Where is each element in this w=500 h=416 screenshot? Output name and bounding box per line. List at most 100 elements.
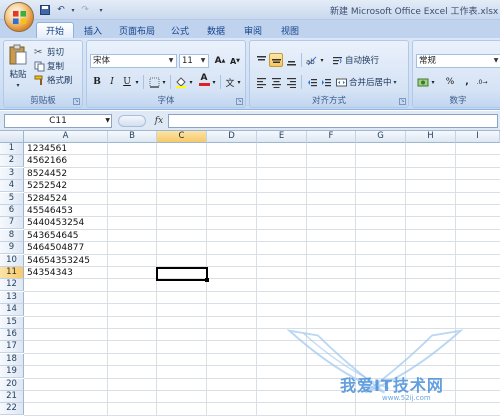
- customize-qat-icon[interactable]: ▾: [94, 3, 108, 17]
- cell-a11[interactable]: 54354343: [27, 267, 73, 279]
- increase-decimal-icon[interactable]: .0→: [475, 75, 489, 89]
- tab-review[interactable]: 审阅: [238, 22, 268, 38]
- font-launcher-icon[interactable]: ↘: [236, 98, 243, 105]
- cell-a5[interactable]: 5284524: [27, 193, 67, 205]
- cell-a8[interactable]: 543654645: [27, 230, 79, 242]
- cut-button[interactable]: ✂ 剪切: [34, 46, 64, 59]
- undo-dropdown-icon[interactable]: ▾: [70, 3, 76, 17]
- row-header-15[interactable]: 15: [0, 316, 24, 329]
- phonetic-dropdown-icon[interactable]: ▾: [235, 75, 243, 89]
- cell-a1[interactable]: 1234561: [27, 143, 67, 155]
- borders-button[interactable]: [147, 75, 161, 89]
- row-header-13[interactable]: 13: [0, 291, 24, 304]
- merge-center-button[interactable]: 合并后居中 ▾: [336, 76, 397, 88]
- tab-home[interactable]: 开始: [36, 22, 74, 38]
- row-header-3[interactable]: 3: [0, 167, 24, 180]
- row-header-6[interactable]: 6: [0, 205, 24, 217]
- office-button[interactable]: [4, 2, 34, 32]
- cell-a6[interactable]: 45546453: [27, 205, 73, 217]
- italic-button[interactable]: I: [105, 75, 119, 89]
- undo-icon[interactable]: ↶: [54, 3, 68, 17]
- bold-button[interactable]: B: [90, 75, 104, 89]
- fill-color-dropdown-icon[interactable]: ▾: [187, 75, 195, 89]
- row-header-17[interactable]: 17: [0, 341, 24, 354]
- cell-a2[interactable]: 4562166: [27, 155, 67, 167]
- orientation-button[interactable]: ab: [305, 53, 319, 67]
- row-header-14[interactable]: 14: [0, 304, 24, 317]
- row-header-7[interactable]: 7: [0, 217, 24, 230]
- column-header-f[interactable]: F: [307, 131, 356, 143]
- row-header-11[interactable]: 11: [0, 267, 24, 279]
- orientation-dropdown-icon[interactable]: ▾: [318, 53, 326, 67]
- redo-icon[interactable]: ↷: [78, 3, 92, 17]
- shrink-font-button[interactable]: A ▼: [228, 54, 242, 68]
- percent-button[interactable]: %: [443, 75, 457, 89]
- active-cell-c11[interactable]: [156, 267, 208, 281]
- clipboard-launcher-icon[interactable]: ↘: [73, 98, 80, 105]
- column-header-h[interactable]: H: [406, 131, 456, 143]
- row-header-9[interactable]: 9: [0, 242, 24, 255]
- row-header-16[interactable]: 16: [0, 329, 24, 341]
- row-header-20[interactable]: 20: [0, 378, 24, 391]
- font-name-combo[interactable]: 宋体 ▼: [90, 54, 177, 68]
- align-right-button[interactable]: [284, 75, 298, 89]
- tab-data[interactable]: 数据: [201, 22, 231, 38]
- comma-button[interactable]: ,: [460, 75, 474, 89]
- row-header-8[interactable]: 8: [0, 229, 24, 242]
- row-header-2[interactable]: 2: [0, 155, 24, 168]
- copy-button[interactable]: 复制: [34, 60, 64, 72]
- tab-formulas[interactable]: 公式: [166, 22, 194, 38]
- cell-a9[interactable]: 5464504877: [27, 242, 84, 254]
- currency-button[interactable]: [416, 75, 430, 89]
- decrease-indent-button[interactable]: [305, 75, 319, 89]
- cell-a7[interactable]: 5440453254: [27, 217, 84, 229]
- increase-indent-button[interactable]: [319, 75, 333, 89]
- row-header-1[interactable]: 1: [0, 143, 24, 155]
- cell-a4[interactable]: 5252542: [27, 180, 67, 192]
- cell-a10[interactable]: 54654353245: [27, 255, 90, 267]
- row-header-4[interactable]: 4: [0, 180, 24, 193]
- row-header-10[interactable]: 10: [0, 254, 24, 267]
- underline-dropdown-icon[interactable]: ▾: [133, 75, 141, 89]
- tab-view[interactable]: 视图: [275, 22, 305, 38]
- alignment-launcher-icon[interactable]: ↘: [399, 98, 406, 105]
- tab-page-layout[interactable]: 页面布局: [113, 22, 161, 38]
- currency-dropdown-icon[interactable]: ▾: [429, 75, 437, 89]
- align-top-button[interactable]: [254, 53, 268, 67]
- number-format-combo[interactable]: 常规 ▼: [416, 54, 500, 68]
- row-header-22[interactable]: 22: [0, 403, 24, 416]
- insert-function-button[interactable]: fx: [150, 114, 168, 128]
- column-header-e[interactable]: E: [257, 131, 307, 143]
- column-header-b[interactable]: B: [108, 131, 157, 143]
- row-header-21[interactable]: 21: [0, 391, 24, 403]
- align-center-button[interactable]: [269, 75, 283, 89]
- name-box[interactable]: C11 ▼: [4, 114, 112, 128]
- fill-color-button[interactable]: [174, 75, 188, 89]
- align-middle-button[interactable]: [269, 53, 283, 67]
- row-header-19[interactable]: 19: [0, 366, 24, 379]
- row-header-12[interactable]: 12: [0, 279, 24, 292]
- fill-handle[interactable]: [205, 278, 209, 282]
- font-color-dropdown-icon[interactable]: ▾: [210, 75, 218, 89]
- borders-dropdown-icon[interactable]: ▾: [160, 75, 168, 89]
- select-all-corner[interactable]: [0, 131, 24, 143]
- grow-font-button[interactable]: A ▲: [213, 54, 227, 68]
- column-header-c[interactable]: C: [157, 131, 207, 143]
- font-size-combo[interactable]: 11 ▼: [179, 54, 209, 68]
- paste-button[interactable]: 粘贴 ▾: [8, 44, 28, 89]
- align-left-button[interactable]: [254, 75, 268, 89]
- formula-input[interactable]: [168, 114, 498, 128]
- tab-insert[interactable]: 插入: [78, 22, 108, 38]
- format-painter-button[interactable]: 格式刷: [34, 74, 73, 86]
- column-header-g[interactable]: G: [356, 131, 406, 143]
- row-header-5[interactable]: 5: [0, 192, 24, 205]
- font-color-button[interactable]: A: [197, 73, 211, 87]
- align-bottom-button[interactable]: [284, 53, 298, 67]
- formula-bar-resize-handle[interactable]: [118, 115, 146, 127]
- underline-button[interactable]: U: [120, 75, 134, 89]
- save-icon[interactable]: [38, 3, 52, 17]
- column-header-a[interactable]: A: [24, 131, 108, 143]
- column-header-i[interactable]: I: [456, 131, 500, 143]
- row-header-18[interactable]: 18: [0, 353, 24, 366]
- cell-a3[interactable]: 8524452: [27, 168, 67, 180]
